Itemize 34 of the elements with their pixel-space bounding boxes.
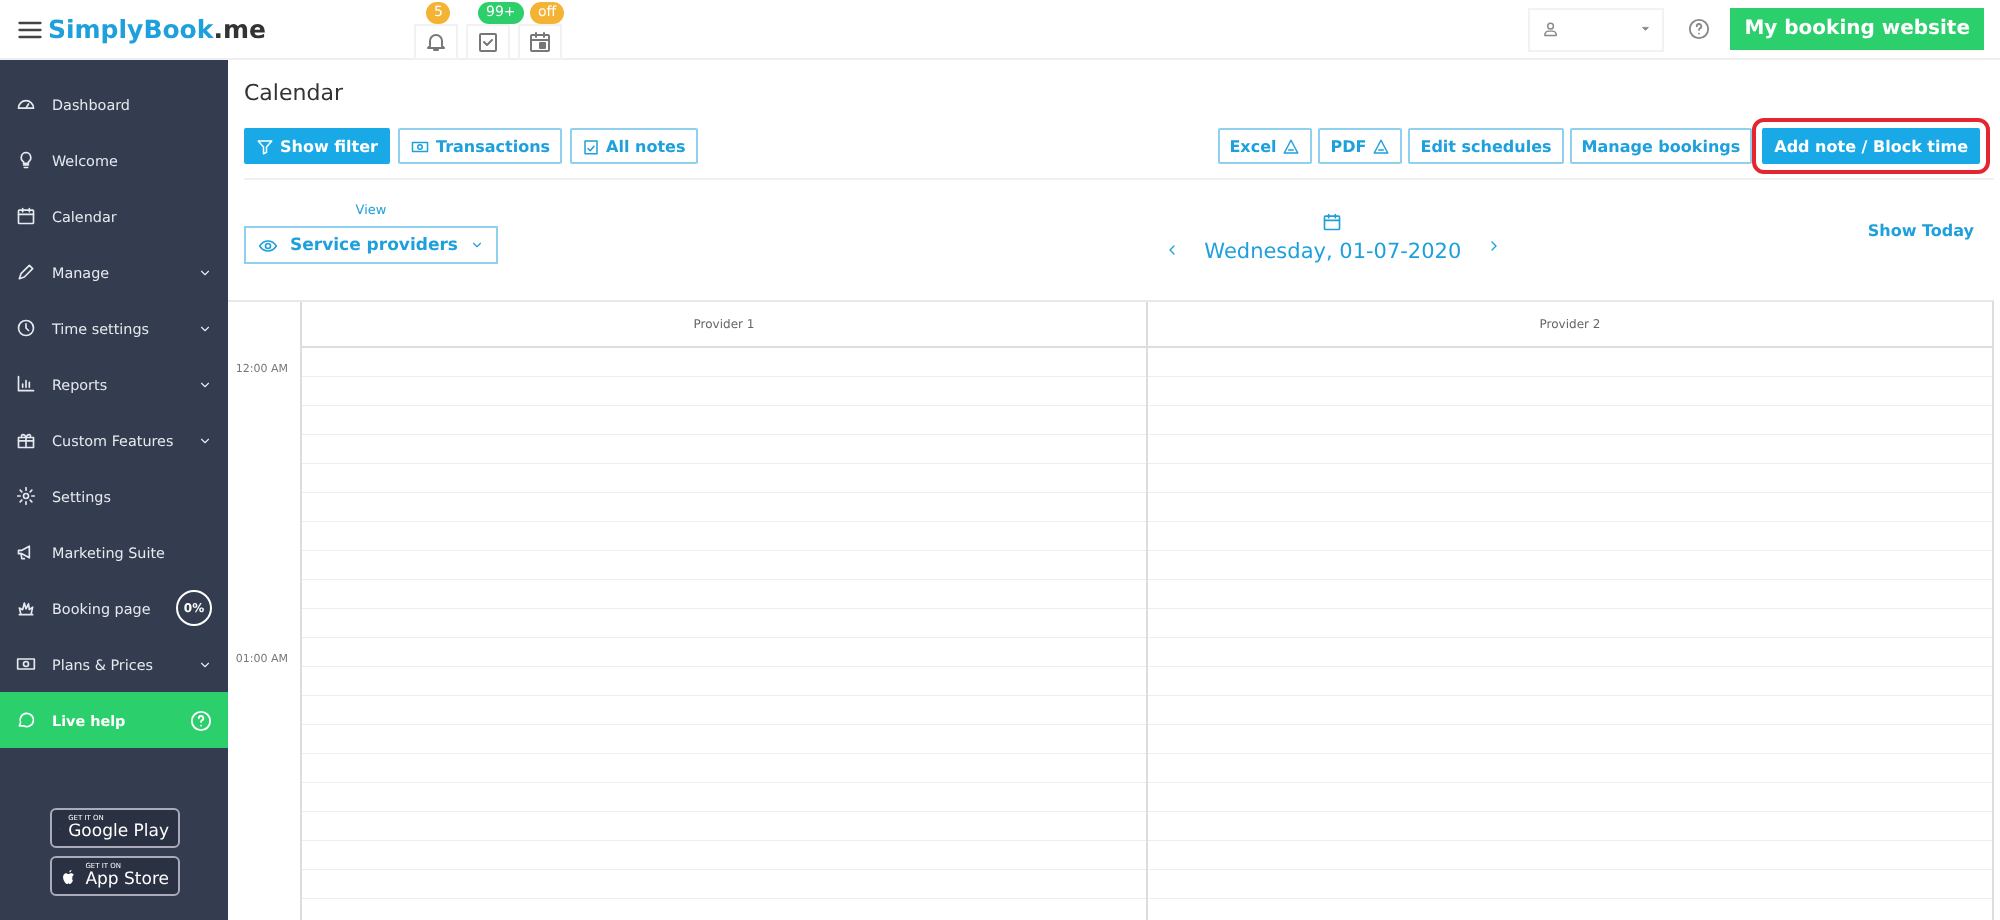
megaphone-icon	[16, 542, 36, 562]
clock-icon	[16, 318, 36, 338]
store-name: Google Play	[68, 823, 169, 840]
chevron-down-icon	[469, 238, 484, 252]
page-title: Calendar	[244, 80, 345, 106]
caret-icon	[1639, 22, 1651, 36]
help-icon	[1688, 18, 1711, 40]
calendar-icon	[16, 206, 36, 226]
gauge-icon	[16, 94, 36, 114]
tasks-button[interactable]	[465, 24, 510, 60]
checklist-icon	[475, 30, 500, 54]
gift-icon	[16, 430, 36, 450]
note-icon	[582, 137, 601, 155]
lightbulb-icon	[16, 150, 36, 170]
chart-icon	[16, 374, 36, 394]
help-icon	[190, 709, 212, 731]
chat-icon	[16, 710, 36, 730]
apple-icon	[59, 865, 78, 887]
user-icon	[1542, 18, 1560, 40]
bell-button[interactable]	[413, 24, 458, 60]
banknote-icon	[16, 654, 36, 674]
money-icon	[410, 137, 430, 155]
eye-icon	[258, 235, 278, 255]
filter-icon	[256, 137, 274, 155]
settings-icon	[16, 486, 36, 506]
logo[interactable]: SimplyBook.me	[48, 14, 266, 44]
store-name: App Store	[85, 871, 169, 888]
export-icon	[1372, 137, 1391, 155]
calendar-icon	[527, 30, 552, 54]
calendar-button[interactable]	[517, 24, 562, 60]
pencil-icon	[16, 262, 36, 282]
calendar-icon	[1322, 212, 1343, 232]
bell-icon	[423, 30, 448, 54]
export-icon	[1282, 137, 1301, 155]
